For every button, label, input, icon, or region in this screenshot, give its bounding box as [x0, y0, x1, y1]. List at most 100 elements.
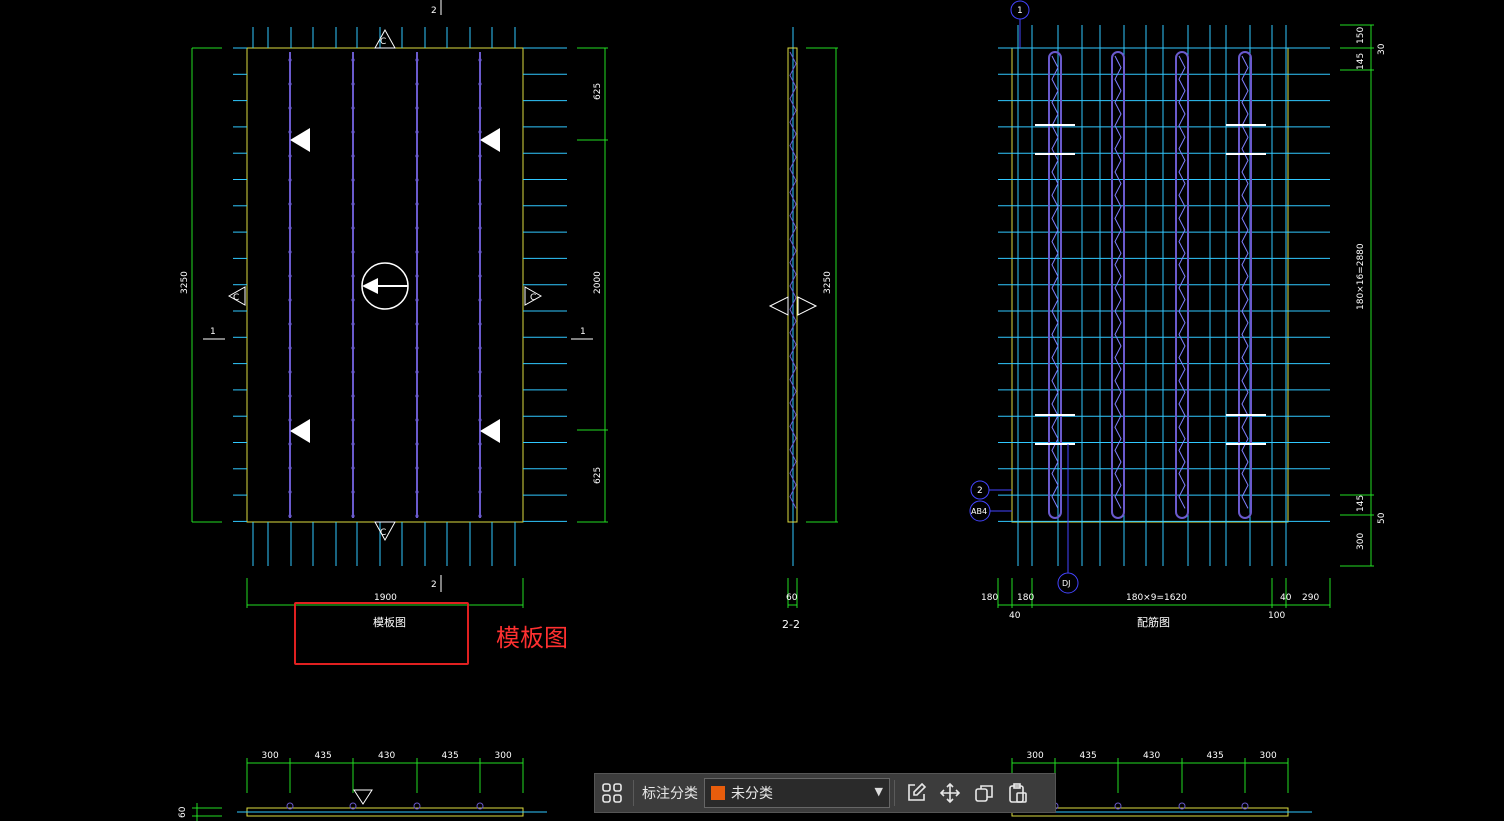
truss-node: [351, 106, 355, 110]
view-marker-label: C: [530, 293, 536, 303]
section-tag-left: 1: [210, 327, 216, 337]
truss-node: [415, 226, 419, 230]
truss-node: [288, 442, 292, 446]
section-view: [768, 27, 838, 608]
truss-node: [415, 442, 419, 446]
rebar-right-dim-3: 30: [1377, 43, 1387, 55]
rebar-right-dim-mid: 180×16=2880: [1356, 243, 1366, 310]
section-tag-bottom: 2: [431, 580, 437, 590]
view-marker: [797, 296, 818, 316]
section-tag-right: 1: [580, 327, 586, 337]
paste-icon[interactable]: [1001, 776, 1035, 810]
annotation-label: 模板图: [496, 624, 568, 652]
truss-node: [351, 322, 355, 326]
truss-node: [288, 154, 292, 158]
edit-icon[interactable]: [899, 776, 933, 810]
lower-dim-label: 300: [1027, 751, 1044, 761]
rebar-right-dim-2: 145: [1356, 53, 1366, 70]
formwork-height-dim: 3250: [180, 271, 190, 294]
lower-dim-label: 435: [442, 751, 459, 761]
truss-node: [415, 274, 419, 278]
truss-node: [288, 370, 292, 374]
truss-node: [478, 394, 482, 398]
section-width-dim: 60: [786, 593, 798, 603]
lower-dim-label: 435: [1207, 751, 1224, 761]
truss-node: [478, 250, 482, 254]
truss-node: [288, 418, 292, 422]
truss-node: [478, 418, 482, 422]
truss-node: [288, 322, 292, 326]
rebar-bottom-dim-7: 100: [1268, 611, 1285, 621]
truss-node: [478, 442, 482, 446]
truss-node: [288, 394, 292, 398]
truss-node: [478, 226, 482, 230]
view-marker: [768, 296, 789, 316]
truss-node: [415, 298, 419, 302]
truss-node: [415, 58, 419, 62]
rebar-bottom-dim-2: 180: [1017, 593, 1034, 603]
rebar-title: 配筋图: [1137, 615, 1170, 629]
rebar-bottom-dim-6: 40: [1009, 611, 1021, 621]
toolbar-divider: [633, 780, 634, 806]
section-tag-top: 2: [431, 6, 437, 16]
truss-web: [1241, 55, 1249, 509]
copy-icon[interactable]: [967, 776, 1001, 810]
truss-node: [288, 514, 292, 518]
rebar-bottom-dim-5: 290: [1302, 593, 1319, 603]
truss-node: [478, 106, 482, 110]
rebar-right-dim-5: 50: [1377, 512, 1387, 524]
truss-node: [351, 202, 355, 206]
truss-node: [415, 322, 419, 326]
truss-node: [351, 418, 355, 422]
toolbar-label: 标注分类: [642, 786, 698, 802]
truss-node: [351, 154, 355, 158]
truss-node: [351, 394, 355, 398]
truss-node: [351, 250, 355, 254]
rebar-right-dim-6: 300: [1356, 533, 1366, 550]
lower-side-dim: 60: [178, 806, 188, 818]
truss-node: [415, 250, 419, 254]
lower-dim-label: 435: [315, 751, 332, 761]
view-marker-label: C: [380, 528, 386, 538]
truss-node: [478, 298, 482, 302]
svg-text:AB4: AB4: [971, 507, 987, 516]
truss-node: [478, 370, 482, 374]
truss-node: [351, 514, 355, 518]
truss-node: [478, 58, 482, 62]
truss-node: [415, 178, 419, 182]
direction-marker: [290, 128, 310, 152]
truss-node: [415, 370, 419, 374]
category-select[interactable]: 未分类 ▼: [704, 778, 890, 808]
truss-node: [351, 442, 355, 446]
formwork-right-dim-1: 625: [593, 83, 603, 100]
truss-node: [288, 250, 292, 254]
truss-node: [478, 514, 482, 518]
rebar-bottom-dim-3: 180×9=1620: [1126, 593, 1187, 603]
truss-node: [288, 58, 292, 62]
truss-node: [288, 178, 292, 182]
truss-node: [478, 490, 482, 494]
highlight-box: [294, 602, 469, 665]
bubble-dj: DJ: [1057, 572, 1079, 594]
move-icon[interactable]: [933, 776, 967, 810]
lower-dim-label: 300: [262, 751, 279, 761]
lower-dim-label: 435: [1080, 751, 1097, 761]
cad-drawing-canvas[interactable]: C C C C 300 435 430 435 300 300 435 430 435 300 60 模板…: [0, 0, 1504, 821]
truss-node: [415, 202, 419, 206]
lower-dim-label: 430: [378, 751, 395, 761]
bubble-1: 1: [1010, 0, 1030, 20]
truss-node: [288, 202, 292, 206]
category-color-swatch: [711, 786, 725, 800]
truss-node: [478, 466, 482, 470]
grid-icon[interactable]: [595, 776, 629, 810]
truss-node: [351, 370, 355, 374]
truss-node: [478, 346, 482, 350]
toolbar-divider: [894, 780, 895, 806]
truss-node: [415, 346, 419, 350]
rebar-bottom-dim-4: 40: [1280, 593, 1292, 603]
section-height-dim: 3250: [823, 271, 833, 294]
truss-node: [478, 82, 482, 86]
svg-text:1: 1: [1017, 6, 1023, 16]
truss-node: [351, 274, 355, 278]
lower-dim-label: 430: [1143, 751, 1160, 761]
